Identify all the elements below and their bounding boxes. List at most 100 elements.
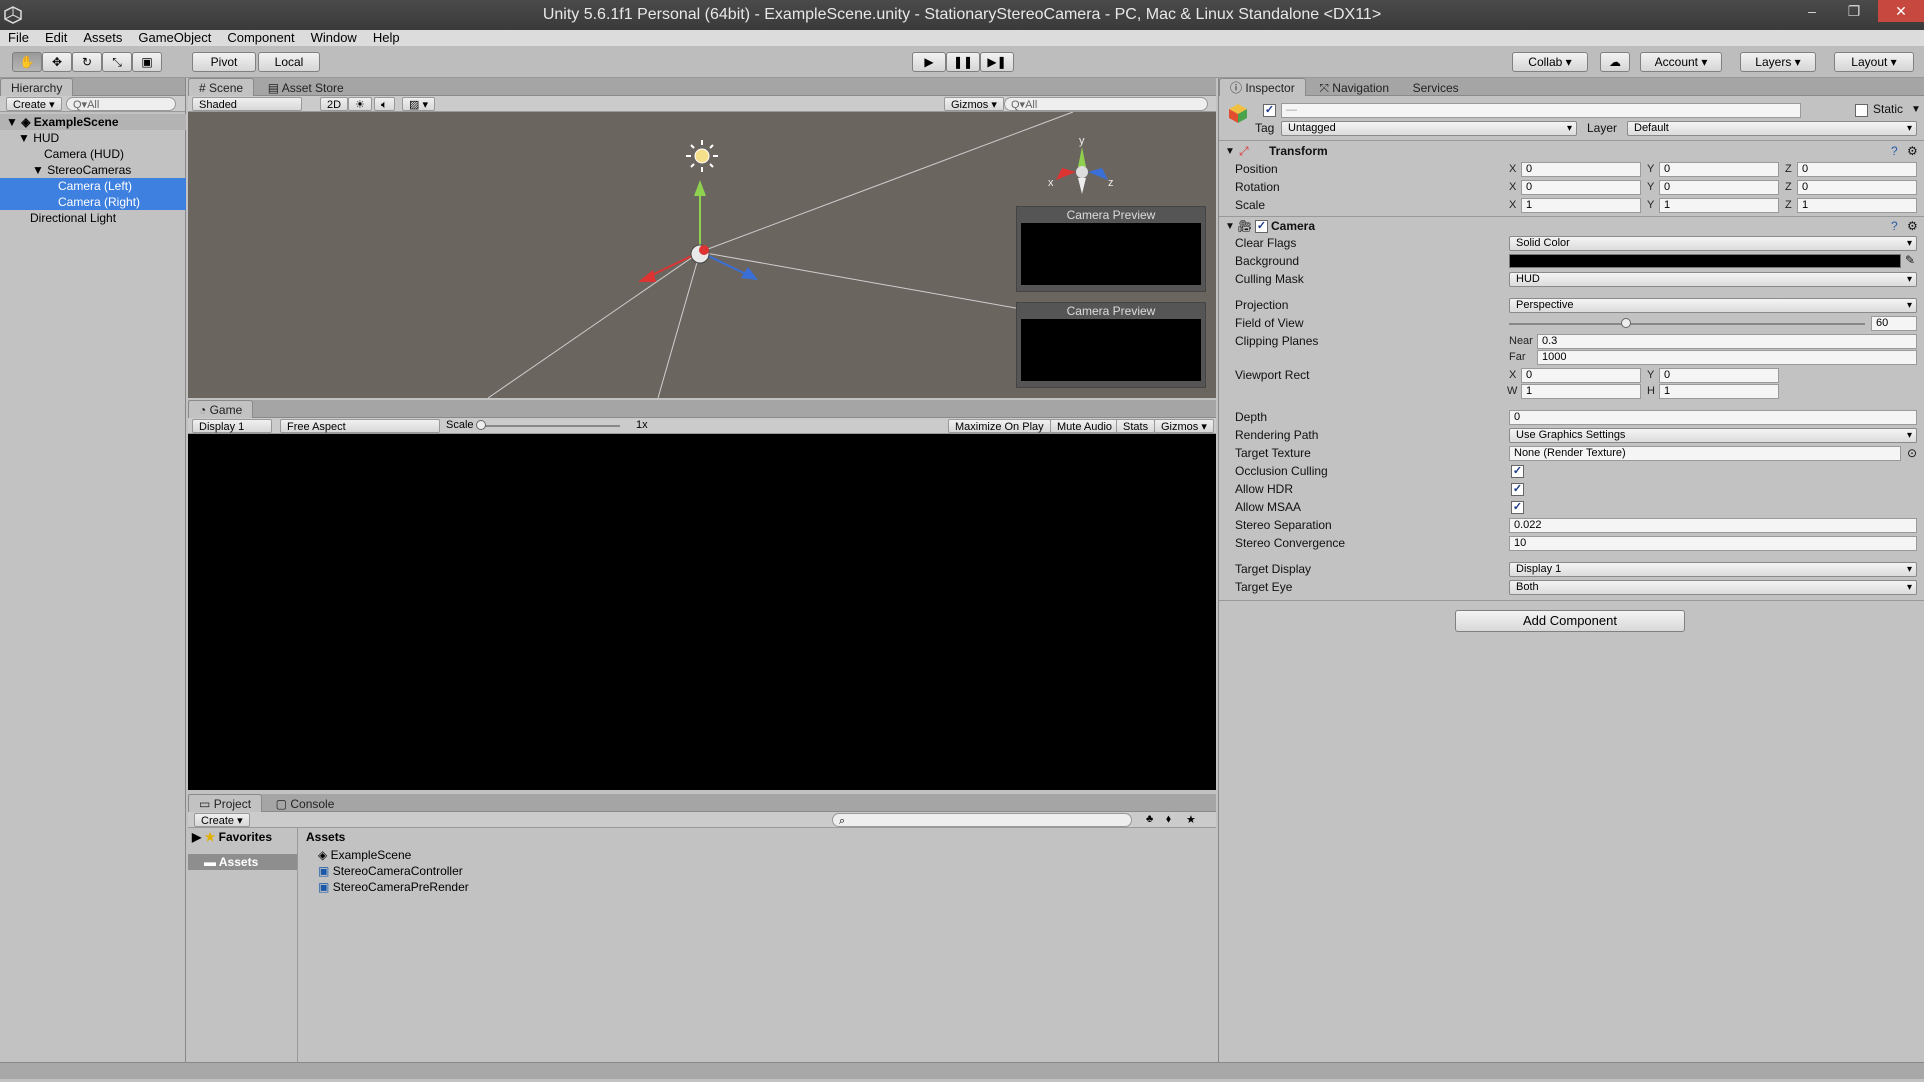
target-texture-field[interactable]: None (Render Texture): [1509, 446, 1901, 461]
eyedropper-icon[interactable]: ✎: [1905, 253, 1915, 268]
viewport-h-input[interactable]: 1: [1659, 384, 1779, 399]
transform-foldout-arrow[interactable]: ▼: [1225, 144, 1235, 159]
near-input[interactable]: 0.3: [1537, 334, 1917, 349]
stereo-convergence-input[interactable]: 10: [1509, 536, 1917, 551]
pause-button[interactable]: ❚❚: [946, 52, 980, 72]
filter-label-icon[interactable]: ⬧: [1166, 813, 1171, 826]
close-button[interactable]: ✕: [1878, 0, 1924, 22]
tab-inspector[interactable]: ⓘ Inspector: [1219, 78, 1306, 96]
rotation-y-input[interactable]: 0: [1659, 180, 1779, 195]
viewport-x-input[interactable]: 0: [1521, 368, 1641, 383]
camera-enabled-checkbox[interactable]: ✓: [1255, 220, 1268, 233]
allow-hdr-checkbox[interactable]: ✓: [1511, 483, 1524, 496]
hierarchy-item-camera-hud[interactable]: Camera (HUD): [0, 146, 186, 162]
favorites-item[interactable]: ▶ ★ Favorites: [188, 828, 297, 846]
mute-audio-toggle[interactable]: Mute Audio: [1050, 419, 1120, 433]
add-component-button[interactable]: Add Component: [1455, 610, 1685, 632]
assets-folder-item[interactable]: ▬ Assets: [188, 854, 297, 870]
move-tool-button[interactable]: ✥: [42, 52, 72, 72]
rendering-path-dropdown[interactable]: Use Graphics Settings: [1509, 428, 1917, 443]
shading-mode-dropdown[interactable]: Shaded: [192, 97, 302, 111]
tab-hierarchy[interactable]: Hierarchy: [0, 78, 74, 96]
aspect-dropdown[interactable]: Free Aspect: [280, 419, 440, 433]
scale-slider[interactable]: [476, 420, 620, 430]
menu-assets[interactable]: Assets: [75, 30, 130, 46]
hierarchy-item-directional-light[interactable]: Directional Light: [0, 210, 186, 226]
game-gizmos-dropdown[interactable]: Gizmos ▾: [1154, 419, 1214, 433]
fov-input[interactable]: 60: [1871, 316, 1917, 331]
active-checkbox[interactable]: ✓: [1263, 104, 1276, 117]
fov-slider[interactable]: [1509, 318, 1865, 328]
hand-tool-button[interactable]: ✋: [12, 52, 42, 72]
background-color-swatch[interactable]: [1509, 254, 1901, 268]
far-input[interactable]: 1000: [1537, 350, 1917, 365]
layers-button[interactable]: Layers ▾: [1740, 52, 1816, 72]
help-icon[interactable]: ?: [1891, 144, 1898, 159]
hierarchy-item-hud[interactable]: ▼ HUD: [0, 130, 186, 146]
depth-input[interactable]: 0: [1509, 410, 1917, 425]
scale-x-input[interactable]: 1: [1521, 198, 1641, 213]
cloud-button[interactable]: ☁: [1600, 52, 1630, 72]
settings-gear-icon[interactable]: ⚙: [1907, 219, 1918, 234]
filter-type-icon[interactable]: ♣: [1146, 813, 1153, 825]
tab-scene[interactable]: # Scene: [188, 78, 255, 96]
step-button[interactable]: ▶❚: [980, 52, 1014, 72]
menu-help[interactable]: Help: [365, 30, 408, 46]
hierarchy-create-button[interactable]: Create ▾: [6, 97, 62, 111]
menu-component[interactable]: Component: [219, 30, 302, 46]
account-button[interactable]: Account ▾: [1640, 52, 1722, 72]
tab-services[interactable]: Services: [1403, 79, 1469, 97]
menu-gameobject[interactable]: GameObject: [130, 30, 219, 46]
position-z-input[interactable]: 0: [1797, 162, 1917, 177]
maximize-button[interactable]: ❐: [1834, 0, 1874, 22]
tab-console[interactable]: ▢ Console: [266, 795, 345, 813]
pivot-button[interactable]: Pivot: [192, 52, 256, 72]
display-dropdown[interactable]: Display 1: [192, 419, 272, 433]
project-search-input[interactable]: ⌕: [832, 813, 1132, 827]
effects-dropdown[interactable]: ▨ ▾: [402, 97, 435, 111]
minimize-button[interactable]: –: [1792, 0, 1832, 22]
object-picker-icon[interactable]: ⊙: [1907, 446, 1917, 461]
scale-tool-button[interactable]: ⤡: [102, 52, 132, 72]
camera-foldout-arrow[interactable]: ▼: [1225, 219, 1235, 234]
target-display-dropdown[interactable]: Display 1: [1509, 562, 1917, 577]
scale-z-input[interactable]: 1: [1797, 198, 1917, 213]
hierarchy-search-input[interactable]: Q▾All: [66, 97, 176, 111]
viewport-y-input[interactable]: 0: [1659, 368, 1779, 383]
scene-search-input[interactable]: Q▾All: [1004, 97, 1208, 111]
stereo-separation-input[interactable]: 0.022: [1509, 518, 1917, 533]
asset-item[interactable]: ◈ ExampleScene: [300, 846, 1216, 864]
scale-slider-thumb[interactable]: [476, 420, 486, 430]
hierarchy-item-camera-right[interactable]: Camera (Right): [0, 194, 186, 210]
collab-button[interactable]: Collab ▾: [1512, 52, 1588, 72]
position-x-input[interactable]: 0: [1521, 162, 1641, 177]
play-button[interactable]: ▶: [912, 52, 946, 72]
projection-dropdown[interactable]: Perspective: [1509, 298, 1917, 313]
static-dropdown-arrow[interactable]: ▼: [1911, 102, 1921, 117]
hierarchy-item-stereocameras[interactable]: ▼ StereoCameras: [0, 162, 186, 178]
occlusion-culling-checkbox[interactable]: ✓: [1511, 465, 1524, 478]
static-checkbox[interactable]: [1855, 104, 1868, 117]
layer-dropdown[interactable]: Default: [1627, 121, 1917, 136]
audio-toggle[interactable]: 🔈︎: [374, 97, 395, 111]
settings-gear-icon[interactable]: ⚙: [1907, 144, 1918, 159]
tab-game[interactable]: ◔ Game: [188, 400, 254, 418]
game-view[interactable]: [188, 434, 1216, 790]
project-create-button[interactable]: Create ▾: [194, 813, 250, 827]
2d-toggle[interactable]: 2D: [320, 97, 349, 111]
tab-navigation[interactable]: ⤧ Navigation: [1309, 79, 1399, 97]
position-y-input[interactable]: 0: [1659, 162, 1779, 177]
culling-mask-dropdown[interactable]: HUD: [1509, 272, 1917, 287]
asset-item[interactable]: ▣ StereoCameraPreRender: [300, 878, 1216, 896]
maximize-on-play-toggle[interactable]: Maximize On Play: [948, 419, 1051, 433]
rotation-z-input[interactable]: 0: [1797, 180, 1917, 195]
fov-slider-thumb[interactable]: [1621, 318, 1632, 328]
lighting-toggle[interactable]: ☀: [348, 97, 372, 111]
star-filter-icon[interactable]: ★: [1186, 813, 1196, 826]
clear-flags-dropdown[interactable]: Solid Color: [1509, 236, 1917, 251]
hierarchy-item-camera-left[interactable]: Camera (Left): [0, 178, 186, 194]
object-name-input[interactable]: —: [1281, 103, 1801, 118]
help-icon[interactable]: ?: [1891, 219, 1898, 234]
allow-msaa-checkbox[interactable]: ✓: [1511, 501, 1524, 514]
menu-edit[interactable]: Edit: [37, 30, 75, 46]
